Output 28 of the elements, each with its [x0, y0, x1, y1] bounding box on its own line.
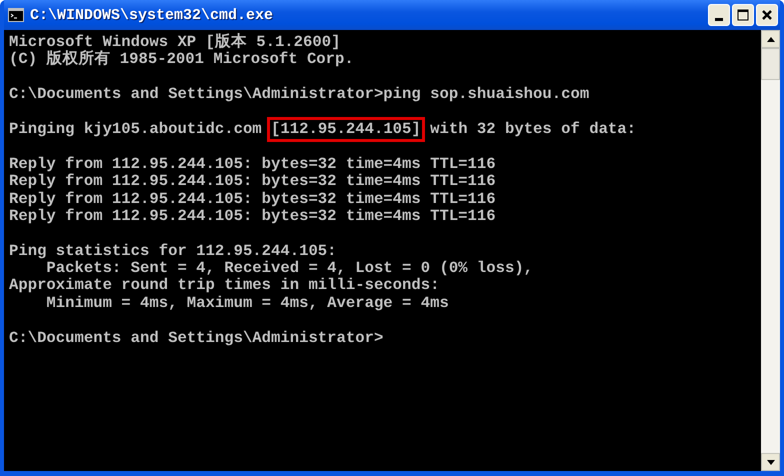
scrollbar[interactable] — [761, 30, 780, 471]
console-line: Reply from 112.95.244.105: bytes=32 time=4ms TTL=116 — [9, 156, 497, 174]
minimize-button[interactable] — [708, 4, 730, 26]
console-line: C:\Documents and Settings\Administrator>ping sop.shuaishou.com — [9, 86, 590, 104]
console-line: Minimum = 4ms, Maximum = 4ms, Average = 4ms — [45, 294, 450, 312]
scroll-up-button[interactable] — [761, 30, 780, 48]
console-line: C:\Documents and Settings\Administrator> — [9, 330, 384, 348]
console-line: Microsoft Windows XP [版本 5.1.2600] — [9, 34, 342, 51]
console-line: Reply from 112.95.244.105: bytes=32 time=4ms TTL=116 — [9, 173, 497, 191]
up-arrow-icon — [766, 36, 774, 42]
console-line: Ping statistics for 112.95.244.105: — [9, 242, 338, 260]
close-button[interactable] — [756, 4, 778, 26]
maximize-button[interactable] — [732, 4, 754, 26]
maximize-icon — [737, 9, 749, 21]
console-line: Reply from 112.95.244.105: bytes=32 time=4ms TTL=116 — [9, 190, 497, 208]
down-arrow-icon — [766, 460, 774, 464]
close-icon — [761, 9, 773, 21]
console-line: Packets: Sent = 4, Received = 4, Lost = 0 (0% loss), — [45, 260, 534, 278]
scroll-thumb[interactable] — [761, 48, 780, 80]
console-line: Reply from 112.95.244.105: bytes=32 time=4ms TTL=116 — [9, 208, 497, 226]
window-title: C:\WINDOWS\system32\cmd.exe — [30, 6, 274, 24]
minimize-icon — [715, 18, 723, 20]
console-line: (C) 版权所有 1985-2001 Microsoft Corp. — [9, 51, 355, 69]
scroll-down-button[interactable] — [761, 453, 780, 471]
console-text: Pinging kjy105.aboutidc.com — [9, 120, 263, 138]
console-icon — [8, 8, 24, 22]
console-line: Approximate round trip times in milli-seconds: — [9, 277, 440, 295]
console-text: with 32 bytes of data: — [429, 120, 636, 138]
